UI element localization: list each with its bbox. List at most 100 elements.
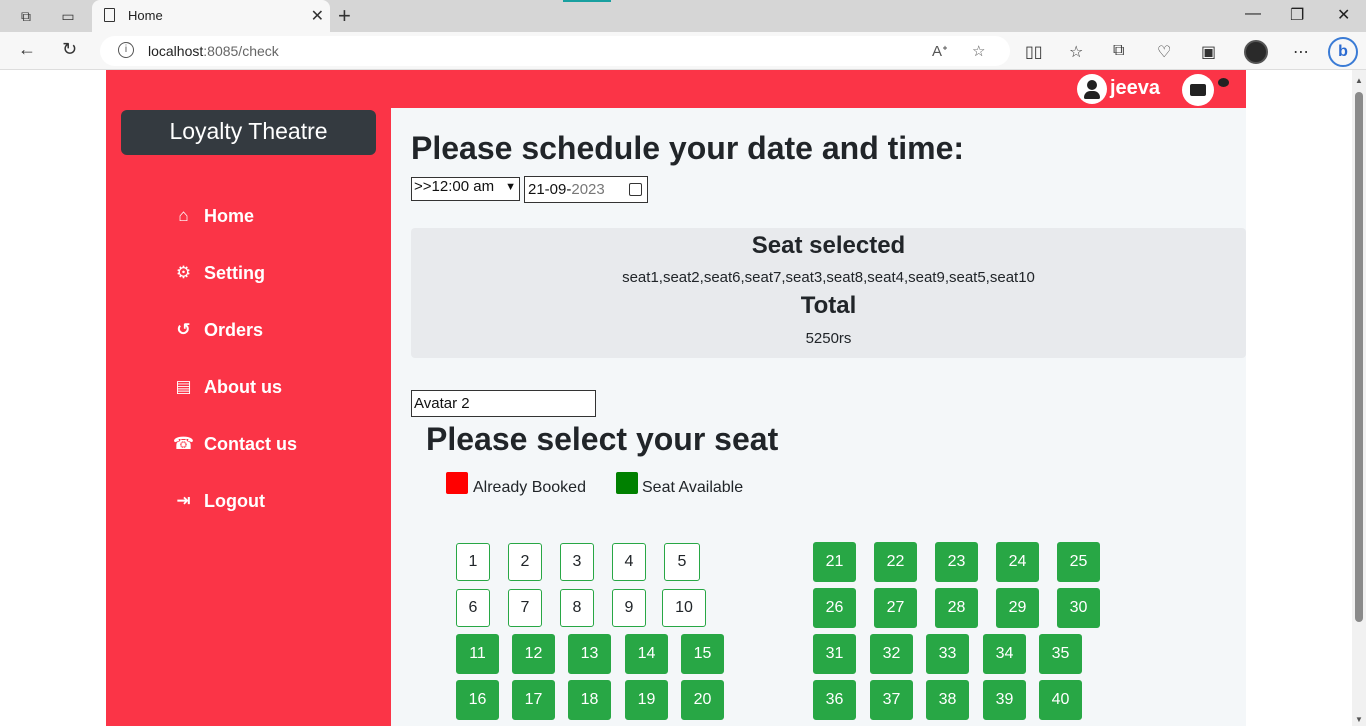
seat-37[interactable]: 37	[870, 680, 913, 720]
seat-4[interactable]: 4	[612, 543, 646, 581]
schedule-heading: Please schedule your date and time:	[411, 130, 965, 166]
seat-9[interactable]: 9	[612, 589, 646, 627]
back-icon[interactable]: ←	[18, 39, 36, 60]
seat-36[interactable]: 36	[813, 680, 856, 720]
address-bar-row: ← ↻ i localhost:8085/check Aᐩ ☆ ▯▯ ☆ ⧉ ♡…	[0, 32, 1366, 70]
chevron-down-icon: ▼	[505, 181, 516, 193]
collections-icon[interactable]: ⧉	[1113, 42, 1124, 60]
seat-3[interactable]: 3	[560, 543, 594, 581]
seat-29[interactable]: 29	[996, 588, 1039, 628]
total-heading: Total	[800, 292, 857, 319]
time-select[interactable]: >>12:00 am ▼	[411, 177, 520, 201]
minimize-icon[interactable]: —	[1245, 5, 1261, 23]
vertical-scrollbar[interactable]: ▲ ▼	[1352, 70, 1366, 726]
seat-14[interactable]: 14	[625, 634, 668, 674]
seat-17[interactable]: 17	[512, 680, 555, 720]
close-tab-icon[interactable]: ✕	[311, 6, 324, 26]
extensions-icon[interactable]: ▣	[1201, 42, 1216, 62]
seat-23[interactable]: 23	[935, 542, 978, 582]
movie-field[interactable]: Avatar 2	[411, 390, 596, 417]
seat-6[interactable]: 6	[456, 589, 490, 627]
performance-icon[interactable]: ♡	[1157, 42, 1171, 62]
history-icon: ↺	[176, 320, 191, 339]
scroll-down-icon[interactable]: ▼	[1355, 715, 1363, 724]
favorite-star-icon[interactable]: ☆	[972, 42, 985, 60]
seat-15[interactable]: 15	[681, 634, 724, 674]
url-field[interactable]: i localhost:8085/check Aᐩ ☆	[100, 36, 1010, 66]
seat-8[interactable]: 8	[560, 589, 594, 627]
seat-13[interactable]: 13	[568, 634, 611, 674]
seat-25[interactable]: 25	[1057, 542, 1100, 582]
seat-7[interactable]: 7	[508, 589, 542, 627]
sidebar-item-contact-us[interactable]: ☎ Contact us	[173, 429, 297, 459]
seat-26[interactable]: 26	[813, 588, 856, 628]
loading-indicator	[563, 0, 611, 2]
workspaces-icon[interactable]: ⧉	[16, 6, 36, 26]
username[interactable]: jeeva	[1110, 77, 1160, 100]
booked-legend-label: Already Booked	[473, 479, 586, 496]
site-info-icon[interactable]: i	[118, 42, 134, 58]
seat-1[interactable]: 1	[456, 543, 490, 581]
seat-35[interactable]: 35	[1039, 634, 1082, 674]
close-window-icon[interactable]: ✕	[1337, 5, 1350, 25]
url-text: localhost:8085/check	[148, 43, 279, 59]
seat-39[interactable]: 39	[983, 680, 1026, 720]
seat-10[interactable]: 10	[662, 589, 706, 627]
browser-tab-bar: ⧉ ▭ Home ✕ + — ❐ ✕	[0, 0, 1366, 32]
seat-12[interactable]: 12	[512, 634, 555, 674]
seat-16[interactable]: 16	[456, 680, 499, 720]
chat-icon[interactable]	[1218, 78, 1229, 87]
bing-copilot-icon[interactable]: b	[1328, 37, 1358, 67]
sidebar-item-label: Contact us	[204, 433, 298, 454]
more-menu-icon[interactable]: ⋯	[1293, 42, 1309, 62]
mail-icon[interactable]	[1182, 74, 1214, 106]
seat-28[interactable]: 28	[935, 588, 978, 628]
seat-20[interactable]: 20	[681, 680, 724, 720]
brand-title[interactable]: Loyalty Theatre	[121, 110, 376, 155]
seat-40[interactable]: 40	[1039, 680, 1082, 720]
scroll-up-icon[interactable]: ▲	[1355, 76, 1363, 85]
new-tab-icon[interactable]: +	[338, 3, 351, 29]
page-icon	[104, 8, 115, 22]
seat-34[interactable]: 34	[983, 634, 1026, 674]
sidebar-item-about-us[interactable]: ▤ About us	[173, 372, 282, 402]
booked-legend-swatch	[446, 472, 468, 494]
sidebar-item-label: About us	[204, 376, 282, 397]
seat-5[interactable]: 5	[664, 543, 700, 581]
profile-avatar[interactable]	[1244, 40, 1268, 64]
seat-19[interactable]: 19	[625, 680, 668, 720]
seat-32[interactable]: 32	[870, 634, 913, 674]
seat-33[interactable]: 33	[926, 634, 969, 674]
seat-38[interactable]: 38	[926, 680, 969, 720]
seat-21[interactable]: 21	[813, 542, 856, 582]
refresh-icon[interactable]: ↻	[62, 39, 77, 60]
seat-24[interactable]: 24	[996, 542, 1039, 582]
tab-actions-icon[interactable]: ▭	[58, 6, 78, 26]
total-value: 5250rs	[805, 330, 852, 347]
restore-icon[interactable]: ❐	[1290, 5, 1304, 25]
seat-27[interactable]: 27	[874, 588, 917, 628]
page-viewport: ▲ ▼ jeeva Loyalty Theatre ⌂ Home ⚙ Setti…	[0, 70, 1366, 726]
sidebar-item-home[interactable]: ⌂ Home	[173, 201, 254, 231]
sidebar-item-label: Logout	[204, 490, 265, 511]
browser-tab[interactable]: Home ✕	[92, 0, 330, 32]
sidebar-item-setting[interactable]: ⚙ Setting	[173, 258, 265, 288]
favorites-icon[interactable]: ☆	[1069, 42, 1083, 62]
top-navbar: jeeva	[106, 70, 1246, 108]
seat-30[interactable]: 30	[1057, 588, 1100, 628]
seat-11[interactable]: 11	[456, 634, 499, 674]
seat-18[interactable]: 18	[568, 680, 611, 720]
sidebar-item-logout[interactable]: ⇥ Logout	[173, 486, 265, 516]
seat-31[interactable]: 31	[813, 634, 856, 674]
scrollbar-thumb[interactable]	[1355, 92, 1363, 622]
calendar-icon[interactable]	[629, 183, 642, 196]
seat-2[interactable]: 2	[508, 543, 542, 581]
seat-22[interactable]: 22	[874, 542, 917, 582]
user-icon[interactable]	[1077, 74, 1107, 104]
sidebar-item-orders[interactable]: ↺ Orders	[173, 315, 263, 345]
split-screen-icon[interactable]: ▯▯	[1025, 42, 1043, 62]
read-aloud-icon[interactable]: Aᐩ	[932, 42, 948, 60]
booking-summary: Seat selected seat1,seat2,seat6,seat7,se…	[411, 228, 1246, 358]
date-input[interactable]: 21-09-2023	[524, 176, 648, 203]
sidebar: Loyalty Theatre ⌂ Home ⚙ Setting ↺ Order…	[106, 108, 391, 726]
